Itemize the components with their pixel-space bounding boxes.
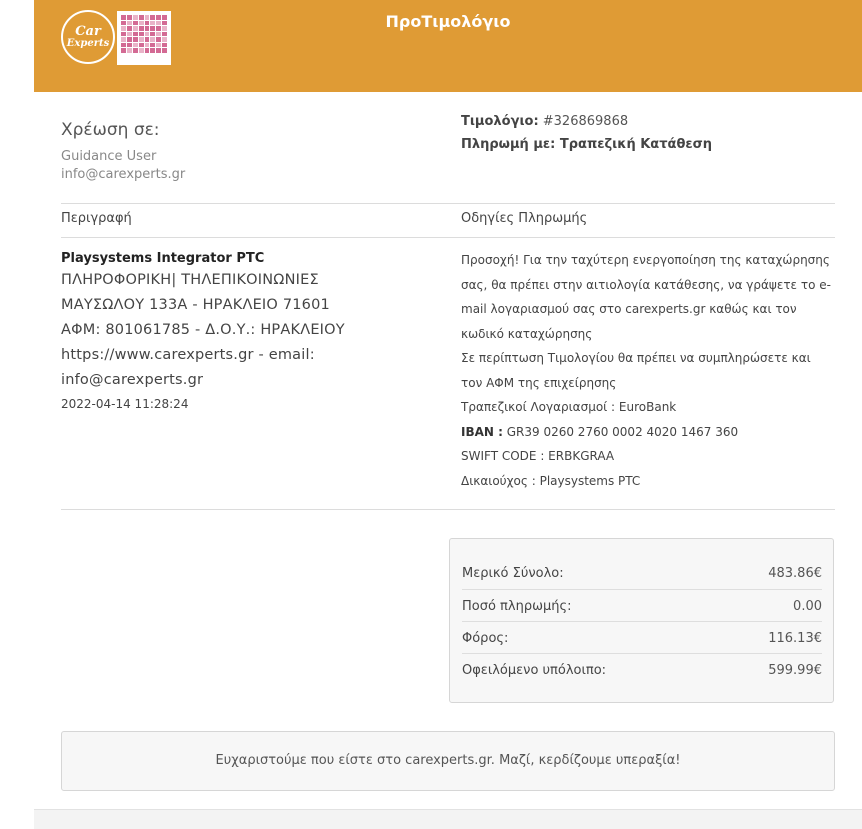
description-header: Περιγραφή xyxy=(61,211,132,226)
bank-accounts: Τραπεζικοί Λογαριασμοί : EuroBank xyxy=(461,400,677,414)
instructions-vat-note: Σε περίπτωση Τιμολογίου θα πρέπει να συμ… xyxy=(461,351,811,390)
company-line: ΜΑΥΣΩΛΟΥ 133Α - ΗΡΑΚΛΕΙΟ 71601 xyxy=(61,297,330,313)
tax-label: Φόρος: xyxy=(462,631,509,646)
logo-text-experts: Experts xyxy=(66,37,110,49)
company-line: ΑΦΜ: 801061785 - Δ.Ο.Υ.: ΗΡΑΚΛΕΙΟΥ xyxy=(61,322,345,338)
balance-due-label: Οφειλόμενο υπόλοιπο: xyxy=(462,663,607,678)
page-bottom-bar xyxy=(34,809,862,829)
totals-row: Φόρος: 116.13€ xyxy=(462,621,822,654)
balance-due-value: 599.99€ xyxy=(768,663,822,678)
company-line: ΠΛΗΡΟΦΟΡΙΚΗ| ΤΗΛΕΠΙΚΟΙΝΩΝΙΕΣ xyxy=(61,272,319,288)
invoice-number-label: Τιμολόγιο: xyxy=(461,114,539,129)
company-line: https://www.carexperts.gr - email: xyxy=(61,347,315,363)
payment-instructions-header: Οδηγίες Πληρωμής xyxy=(461,211,588,226)
iban-value: GR39 0260 2760 0002 4020 1467 360 xyxy=(502,424,739,439)
totals-row: Μερικό Σύνολο: 483.86€ xyxy=(462,557,822,589)
tax-value: 116.13€ xyxy=(768,631,822,646)
subtotal-value: 483.86€ xyxy=(768,566,822,581)
divider xyxy=(61,509,835,510)
page-title: ΠροΤιμολόγιο xyxy=(385,12,511,31)
payment-method: Πληρωμή με: Τραπεζική Κατάθεση xyxy=(461,137,713,152)
iban: IBAN : GR39 0260 2760 0002 4020 1467 360 xyxy=(461,420,835,445)
company-details: Playsystems Integrator PTC ΠΛΗΡΟΦΟΡΙΚΗ| … xyxy=(61,250,451,413)
thank-you-message: Ευχαριστούμε που είστε στο carexperts.gr… xyxy=(61,731,835,791)
company-name: Playsystems Integrator PTC xyxy=(61,251,265,266)
iban-label: IBAN : xyxy=(461,424,503,439)
company-line: info@carexperts.gr xyxy=(61,372,204,388)
bill-to-email: info@carexperts.gr xyxy=(61,167,186,182)
payment-instructions: Προσοχή! Για την ταχύτερη ενεργοποίηση τ… xyxy=(461,248,835,493)
totals-row: Ποσό πληρωμής: 0.00 xyxy=(462,589,822,622)
invoice-number: Τιμολόγιο: #326869868 xyxy=(461,114,628,129)
invoice-date: 2022-04-14 11:28:24 xyxy=(61,397,189,411)
bill-to-label: Χρέωση σε: xyxy=(61,120,160,140)
page-gutter xyxy=(0,92,34,828)
divider xyxy=(61,203,835,204)
totals-box: Μερικό Σύνολο: 483.86€ Ποσό πληρωμής: 0.… xyxy=(449,538,834,703)
instructions-note: Προσοχή! Για την ταχύτερη ενεργοποίηση τ… xyxy=(461,253,831,341)
subtotal-label: Μερικό Σύνολο: xyxy=(462,566,564,581)
beneficiary: Δικαιούχος : Playsystems PTC xyxy=(461,473,641,488)
amount-paid-value: 0.00 xyxy=(793,599,822,614)
divider xyxy=(61,237,835,238)
bill-to-name: Guidance User xyxy=(61,149,157,164)
totals-row: Οφειλόμενο υπόλοιπο: 599.99€ xyxy=(462,653,822,686)
swift-code: SWIFT CODE : ERBKGRAA xyxy=(461,449,615,463)
invoice-number-value: #326869868 xyxy=(538,114,629,129)
invoice-header: Car Experts ΠροΤιμολόγιο xyxy=(34,0,862,92)
amount-paid-label: Ποσό πληρωμής: xyxy=(462,599,572,614)
